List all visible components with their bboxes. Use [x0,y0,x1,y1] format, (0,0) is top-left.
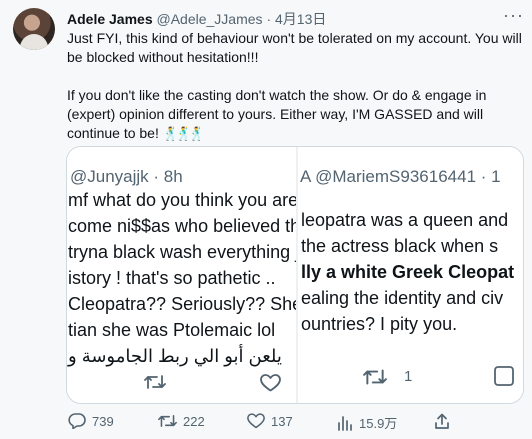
reply-button[interactable]: 739 [68,413,114,429]
heart-icon [247,413,265,429]
screenshot-line: the actress black when s [301,236,499,256]
views-icon [338,415,352,431]
retweet-icon [363,367,387,387]
heart-icon [260,374,281,392]
retweet-icon [158,415,177,427]
retweet-button[interactable]: 222 [158,413,205,429]
screenshot-line: istory ! that's so pathetic .. [68,268,276,288]
screenshot-retweet-count: 1 [404,368,413,385]
avatar[interactable] [13,8,55,50]
share-icon [435,413,449,429]
dancer-emoji: 🕺 [162,126,180,141]
dancer-emoji: 🕺 [188,126,206,141]
retweet-icon [144,373,166,391]
dancer-emoji: 🕺 [175,126,193,141]
screenshot-line: leopatra was a queen and [301,210,509,230]
tweet-paragraph-2-text: If you don't like the casting don't watc… [67,87,487,141]
screenshot-right-text: leopatra was a queen and the actress bla… [301,207,514,337]
tweet-paragraph-2: If you don't like the casting don't watc… [67,86,522,143]
tweet-date[interactable]: 4月13日 [275,11,326,27]
reply-icon [68,413,86,429]
tweet-paragraph-1: Just FYI, this kind of behaviour won't b… [67,30,522,65]
tweet-header: Adele James @Adele_JJames · 4月13日 [67,9,326,29]
views-count: 15.9万 [359,416,398,431]
reply-count: 739 [92,413,114,429]
screenshot-line: Cleopatra?? Seriously?? She [68,294,296,314]
screenshot-right-header: A @MariemS93616441 · 1 [300,167,501,186]
like-count: 137 [271,413,293,429]
screenshot-line: tian she was Ptolemaic lol [68,320,276,340]
emoji-group: 🕺🕺🕺 [162,124,206,143]
tweet-text: Just FYI, this kind of behaviour won't b… [67,29,522,143]
screenshot-left-header: @Junyajjk · 8h [70,167,183,186]
author-name[interactable]: Adele James [67,11,153,27]
screenshot-line: tryna black wash everything j [68,242,296,262]
like-button[interactable]: 137 [247,413,293,429]
share-button[interactable] [434,413,450,430]
author-handle[interactable]: @Adele_JJames [157,11,263,27]
screenshot-left-text: mf what do you think you are come ni$$as… [68,187,296,369]
screenshot-line: come ni$$as who believed th [68,216,296,236]
screenshot-line: mf what do you think you are [68,190,296,210]
tweet[interactable]: Adele James @Adele_JJames · 4月13日 ··· Ju… [0,0,532,439]
media-container[interactable]: @Junyajjk · 8h mf what do you think you … [66,146,524,404]
screenshot-line: lly a white Greek Cleopat [301,262,515,282]
screenshot-line: ountries? I pity you. [301,314,458,334]
tweet-actions: 739 222 137 15.9万 [66,413,522,433]
more-options-icon[interactable]: ··· [503,5,524,26]
views-button[interactable]: 15.9万 [337,413,397,432]
screenshot-left[interactable]: @Junyajjk · 8h mf what do you think you … [67,147,296,403]
separator: · [266,11,272,27]
retweet-count: 222 [183,413,205,429]
screenshot-line: يلعن أبو الي ربط الجاموسة و [68,346,282,366]
screenshot-right[interactable]: A @MariemS93616441 · 1 leopatra was a qu… [298,147,523,403]
screenshot-line: ealing the identity and civ [301,288,504,308]
more-media-icon [493,365,515,392]
